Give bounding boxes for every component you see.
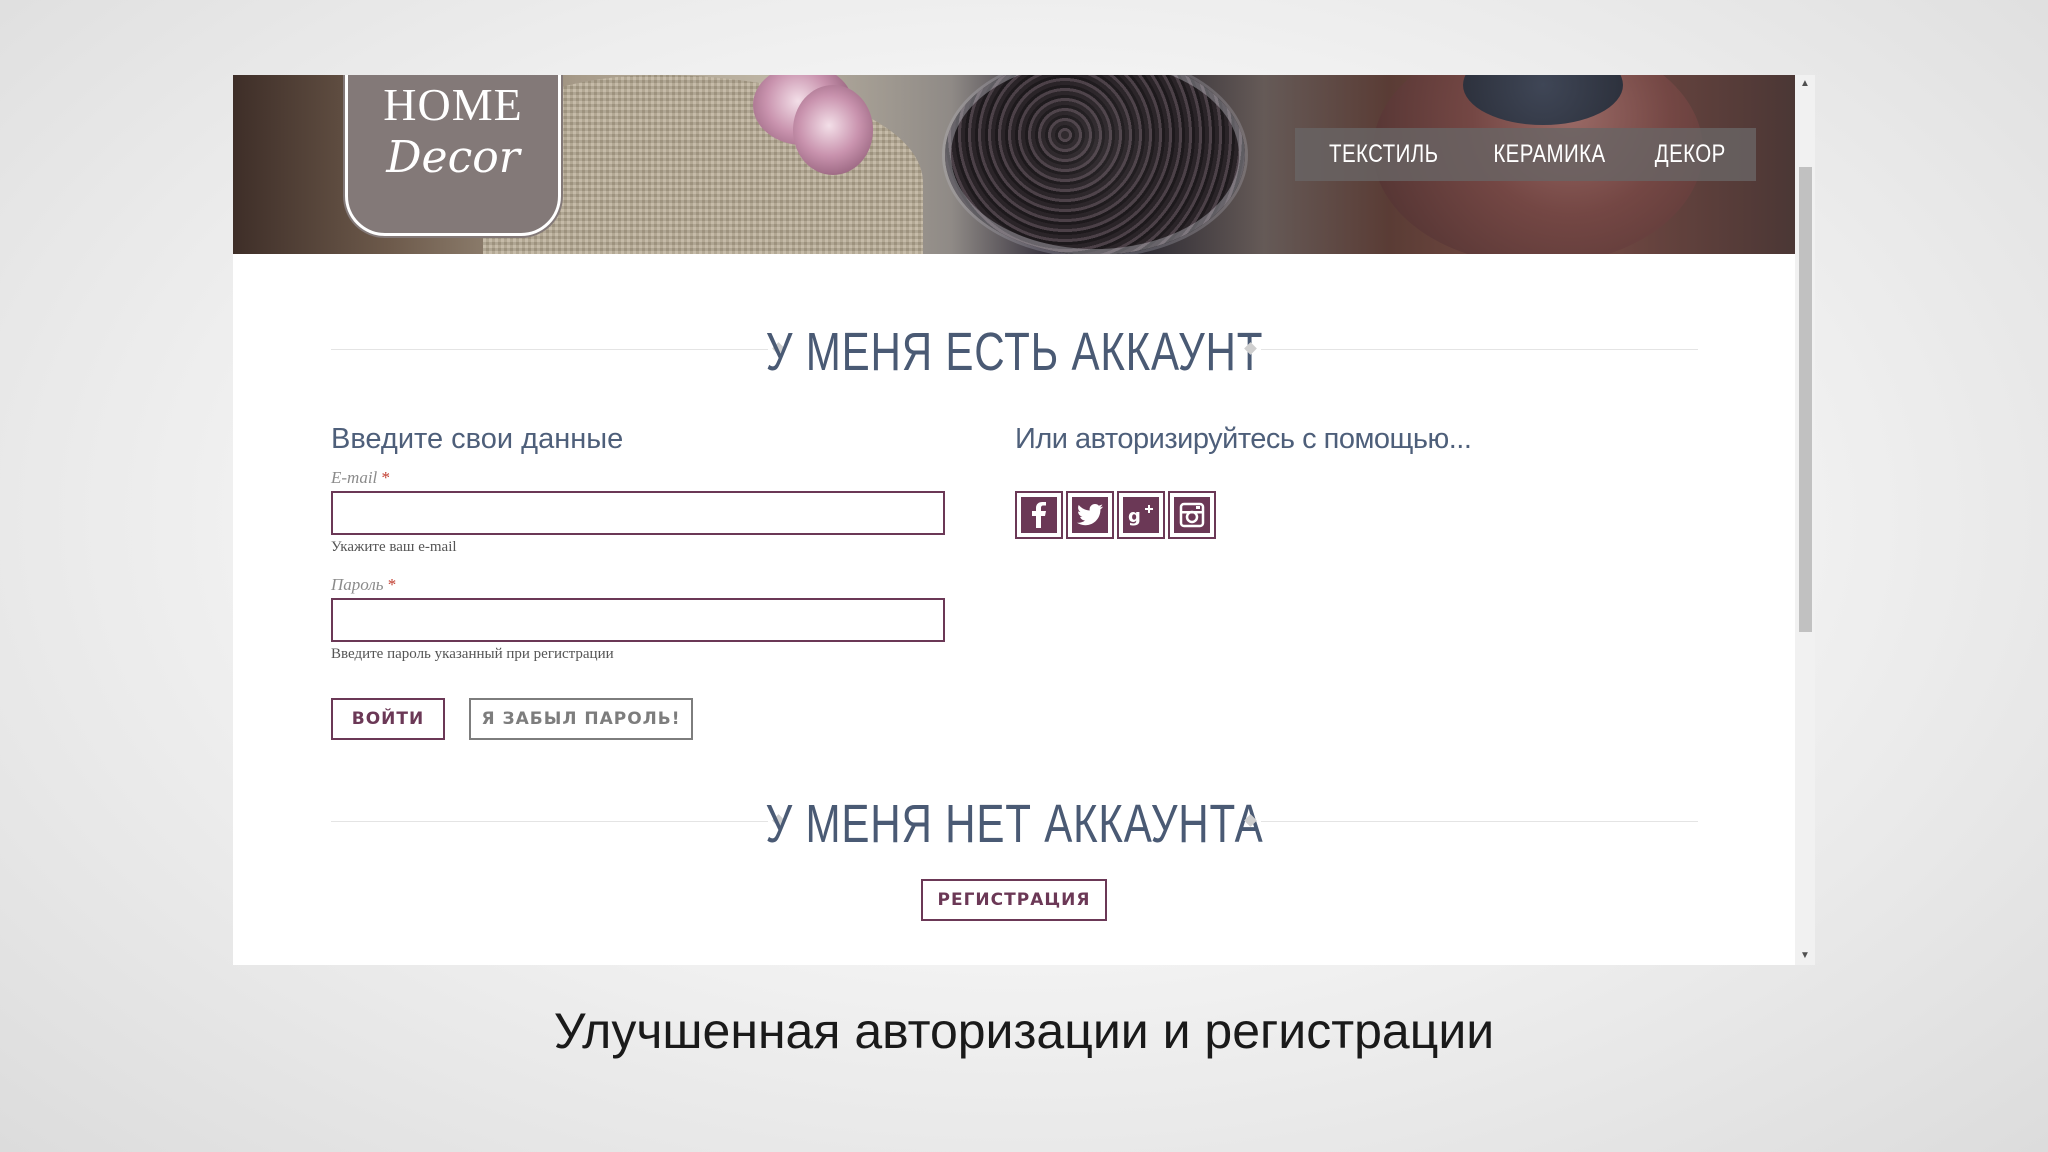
nav-item-ceramics[interactable]: КЕРАМИКА	[1483, 140, 1615, 169]
facebook-login-button[interactable]	[1015, 491, 1063, 539]
login-section-heading: У МЕНЯ ЕСТЬ АККАУНТ	[331, 319, 1698, 382]
email-field[interactable]	[331, 491, 945, 535]
hero-header: HOME Decor ТЕКСТИЛЬ КЕРАМИКА ДЕКОР	[233, 75, 1795, 254]
site-logo[interactable]: HOME Decor	[345, 75, 561, 236]
register-section-heading: У МЕНЯ НЕТ АККАУНТА	[331, 791, 1698, 854]
instagram-icon	[1174, 497, 1210, 533]
email-label: E-mail *	[331, 468, 390, 488]
login-heading-text: У МЕНЯ ЕСТЬ АККАУНТ	[765, 322, 1264, 382]
google-plus-login-button[interactable]: g	[1117, 491, 1165, 539]
password-hint: Введите пароль указанный при регистрации	[331, 646, 614, 662]
scroll-thumb[interactable]	[1799, 167, 1812, 632]
social-login-buttons: g	[1015, 491, 1219, 539]
login-button[interactable]: ВОЙТИ	[331, 698, 445, 740]
logo-text-home: HOME	[383, 79, 523, 130]
password-field[interactable]	[331, 598, 945, 642]
credentials-title: Введите свои данные	[331, 423, 624, 455]
twitter-icon	[1072, 497, 1108, 533]
forgot-password-button[interactable]: Я ЗАБЫЛ ПАРОЛЬ!	[469, 698, 693, 740]
register-button[interactable]: РЕГИСТРАЦИЯ	[921, 879, 1107, 921]
required-mark: *	[381, 468, 391, 487]
vertical-scrollbar[interactable]: ▲ ▼	[1795, 75, 1815, 965]
svg-text:g: g	[1128, 506, 1141, 527]
scroll-up-arrow-icon[interactable]: ▲	[1795, 75, 1815, 93]
rose-decoration	[793, 85, 873, 175]
divider-line	[1261, 821, 1698, 822]
instagram-login-button[interactable]	[1168, 491, 1216, 539]
email-label-text: E-mail	[331, 468, 378, 487]
facebook-icon	[1021, 497, 1057, 533]
twitter-login-button[interactable]	[1066, 491, 1114, 539]
nav-item-textile[interactable]: ТЕКСТИЛЬ	[1319, 140, 1448, 169]
required-mark: *	[387, 575, 397, 594]
main-navigation: ТЕКСТИЛЬ КЕРАМИКА ДЕКОР	[1295, 128, 1756, 181]
scroll-down-arrow-icon[interactable]: ▼	[1795, 947, 1815, 965]
browser-viewport: HOME Decor ТЕКСТИЛЬ КЕРАМИКА ДЕКОР У МЕН…	[233, 75, 1815, 965]
logo-text-decor: Decor	[386, 132, 520, 183]
password-label-text: Пароль	[331, 575, 384, 594]
password-label: Пароль *	[331, 575, 396, 595]
nav-item-decor[interactable]: ДЕКОР	[1645, 140, 1736, 169]
slide-caption: Улучшенная авторизации и регистрации	[553, 1003, 1495, 1059]
tea-jar-image	[945, 75, 1245, 254]
social-login-title: Или авторизируйтесь с помощью...	[1015, 423, 1472, 455]
register-heading-text: У МЕНЯ НЕТ АККАУНТА	[765, 794, 1264, 854]
google-plus-icon: g	[1123, 497, 1159, 533]
divider-line	[1261, 349, 1698, 350]
email-hint: Укажите ваш e-mail	[331, 539, 457, 555]
